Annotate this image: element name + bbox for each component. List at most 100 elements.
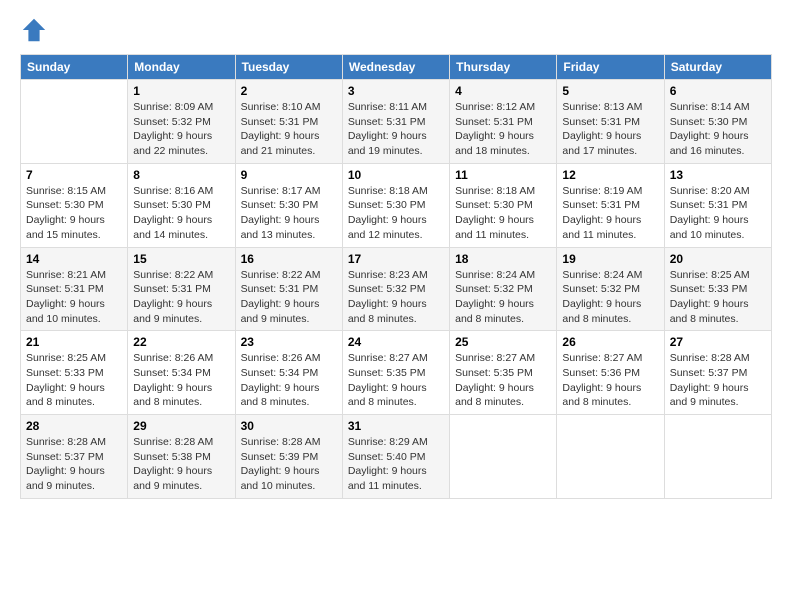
calendar-cell: 6 Sunrise: 8:14 AMSunset: 5:30 PMDaylight… [664,80,771,164]
day-info: Sunrise: 8:09 AMSunset: 5:32 PMDaylight:… [133,100,229,159]
calendar-cell [664,415,771,499]
day-number: 15 [133,252,229,266]
day-info: Sunrise: 8:15 AMSunset: 5:30 PMDaylight:… [26,184,122,243]
week-row-4: 28 Sunrise: 8:28 AMSunset: 5:37 PMDayligh… [21,415,772,499]
day-number: 6 [670,84,766,98]
day-info: Sunrise: 8:11 AMSunset: 5:31 PMDaylight:… [348,100,444,159]
day-info: Sunrise: 8:23 AMSunset: 5:32 PMDaylight:… [348,268,444,327]
calendar-cell: 8 Sunrise: 8:16 AMSunset: 5:30 PMDaylight… [128,163,235,247]
calendar-cell: 24 Sunrise: 8:27 AMSunset: 5:35 PMDayligh… [342,331,449,415]
day-number: 30 [241,419,337,433]
day-info: Sunrise: 8:24 AMSunset: 5:32 PMDaylight:… [562,268,658,327]
day-number: 26 [562,335,658,349]
calendar-cell: 10 Sunrise: 8:18 AMSunset: 5:30 PMDayligh… [342,163,449,247]
week-row-1: 7 Sunrise: 8:15 AMSunset: 5:30 PMDaylight… [21,163,772,247]
calendar-cell: 1 Sunrise: 8:09 AMSunset: 5:32 PMDaylight… [128,80,235,164]
day-info: Sunrise: 8:12 AMSunset: 5:31 PMDaylight:… [455,100,551,159]
calendar-cell: 23 Sunrise: 8:26 AMSunset: 5:34 PMDayligh… [235,331,342,415]
day-number: 9 [241,168,337,182]
day-info: Sunrise: 8:16 AMSunset: 5:30 PMDaylight:… [133,184,229,243]
calendar-cell: 11 Sunrise: 8:18 AMSunset: 5:30 PMDayligh… [450,163,557,247]
day-number: 2 [241,84,337,98]
day-info: Sunrise: 8:27 AMSunset: 5:35 PMDaylight:… [348,351,444,410]
calendar-cell [450,415,557,499]
week-row-3: 21 Sunrise: 8:25 AMSunset: 5:33 PMDayligh… [21,331,772,415]
day-number: 19 [562,252,658,266]
calendar-cell: 18 Sunrise: 8:24 AMSunset: 5:32 PMDayligh… [450,247,557,331]
day-info: Sunrise: 8:25 AMSunset: 5:33 PMDaylight:… [670,268,766,327]
day-number: 27 [670,335,766,349]
calendar-cell: 4 Sunrise: 8:12 AMSunset: 5:31 PMDaylight… [450,80,557,164]
day-number: 4 [455,84,551,98]
day-number: 14 [26,252,122,266]
logo [20,16,52,44]
day-info: Sunrise: 8:24 AMSunset: 5:32 PMDaylight:… [455,268,551,327]
day-info: Sunrise: 8:19 AMSunset: 5:31 PMDaylight:… [562,184,658,243]
day-number: 16 [241,252,337,266]
calendar-cell: 31 Sunrise: 8:29 AMSunset: 5:40 PMDayligh… [342,415,449,499]
page: SundayMondayTuesdayWednesdayThursdayFrid… [0,0,792,612]
day-number: 23 [241,335,337,349]
day-info: Sunrise: 8:18 AMSunset: 5:30 PMDaylight:… [455,184,551,243]
day-number: 3 [348,84,444,98]
header-cell-wednesday: Wednesday [342,55,449,80]
calendar-cell: 7 Sunrise: 8:15 AMSunset: 5:30 PMDaylight… [21,163,128,247]
calendar-cell: 9 Sunrise: 8:17 AMSunset: 5:30 PMDaylight… [235,163,342,247]
week-row-0: 1 Sunrise: 8:09 AMSunset: 5:32 PMDaylight… [21,80,772,164]
header-cell-friday: Friday [557,55,664,80]
day-info: Sunrise: 8:27 AMSunset: 5:36 PMDaylight:… [562,351,658,410]
calendar-cell [21,80,128,164]
day-number: 25 [455,335,551,349]
day-number: 31 [348,419,444,433]
day-number: 11 [455,168,551,182]
calendar-cell: 3 Sunrise: 8:11 AMSunset: 5:31 PMDaylight… [342,80,449,164]
calendar-cell: 27 Sunrise: 8:28 AMSunset: 5:37 PMDayligh… [664,331,771,415]
day-info: Sunrise: 8:25 AMSunset: 5:33 PMDaylight:… [26,351,122,410]
day-number: 21 [26,335,122,349]
calendar-cell: 15Sunrise: 8:22 AMSunset: 5:31 PMDayligh… [128,247,235,331]
day-info: Sunrise: 8:26 AMSunset: 5:34 PMDaylight:… [241,351,337,410]
day-number: 12 [562,168,658,182]
calendar-cell: 20 Sunrise: 8:25 AMSunset: 5:33 PMDayligh… [664,247,771,331]
calendar-cell: 16Sunrise: 8:22 AMSunset: 5:31 PMDayligh… [235,247,342,331]
day-number: 18 [455,252,551,266]
calendar-cell: 30Sunrise: 8:28 AMSunset: 5:39 PMDayligh… [235,415,342,499]
day-info: Sunrise: 8:29 AMSunset: 5:40 PMDaylight:… [348,435,444,494]
day-info: Sunrise: 8:10 AMSunset: 5:31 PMDaylight:… [241,100,337,159]
calendar-cell: 29Sunrise: 8:28 AMSunset: 5:38 PMDayligh… [128,415,235,499]
day-info: Sunrise: 8:26 AMSunset: 5:34 PMDaylight:… [133,351,229,410]
calendar-table: SundayMondayTuesdayWednesdayThursdayFrid… [20,54,772,499]
calendar-cell: 14 Sunrise: 8:21 AMSunset: 5:31 PMDayligh… [21,247,128,331]
day-info: Sunrise: 8:28 AMSunset: 5:37 PMDaylight:… [26,435,122,494]
day-number: 1 [133,84,229,98]
day-info: Sunrise: 8:21 AMSunset: 5:31 PMDaylight:… [26,268,122,327]
header-row: SundayMondayTuesdayWednesdayThursdayFrid… [21,55,772,80]
day-info: Sunrise: 8:20 AMSunset: 5:31 PMDaylight:… [670,184,766,243]
day-number: 13 [670,168,766,182]
calendar-cell: 28 Sunrise: 8:28 AMSunset: 5:37 PMDayligh… [21,415,128,499]
day-info: Sunrise: 8:14 AMSunset: 5:30 PMDaylight:… [670,100,766,159]
header-cell-tuesday: Tuesday [235,55,342,80]
day-number: 24 [348,335,444,349]
day-number: 10 [348,168,444,182]
header-cell-sunday: Sunday [21,55,128,80]
day-number: 17 [348,252,444,266]
calendar-cell: 22Sunrise: 8:26 AMSunset: 5:34 PMDayligh… [128,331,235,415]
day-number: 7 [26,168,122,182]
day-info: Sunrise: 8:17 AMSunset: 5:30 PMDaylight:… [241,184,337,243]
logo-icon [20,16,48,44]
calendar-cell: 2 Sunrise: 8:10 AMSunset: 5:31 PMDaylight… [235,80,342,164]
day-info: Sunrise: 8:28 AMSunset: 5:37 PMDaylight:… [670,351,766,410]
day-info: Sunrise: 8:18 AMSunset: 5:30 PMDaylight:… [348,184,444,243]
header [20,16,772,44]
day-number: 8 [133,168,229,182]
header-cell-saturday: Saturday [664,55,771,80]
calendar-cell: 13 Sunrise: 8:20 AMSunset: 5:31 PMDayligh… [664,163,771,247]
day-number: 29 [133,419,229,433]
day-number: 28 [26,419,122,433]
week-row-2: 14 Sunrise: 8:21 AMSunset: 5:31 PMDayligh… [21,247,772,331]
calendar-cell: 19 Sunrise: 8:24 AMSunset: 5:32 PMDayligh… [557,247,664,331]
calendar-cell: 25Sunrise: 8:27 AMSunset: 5:35 PMDayligh… [450,331,557,415]
day-number: 20 [670,252,766,266]
calendar-cell: 5Sunrise: 8:13 AMSunset: 5:31 PMDaylight… [557,80,664,164]
